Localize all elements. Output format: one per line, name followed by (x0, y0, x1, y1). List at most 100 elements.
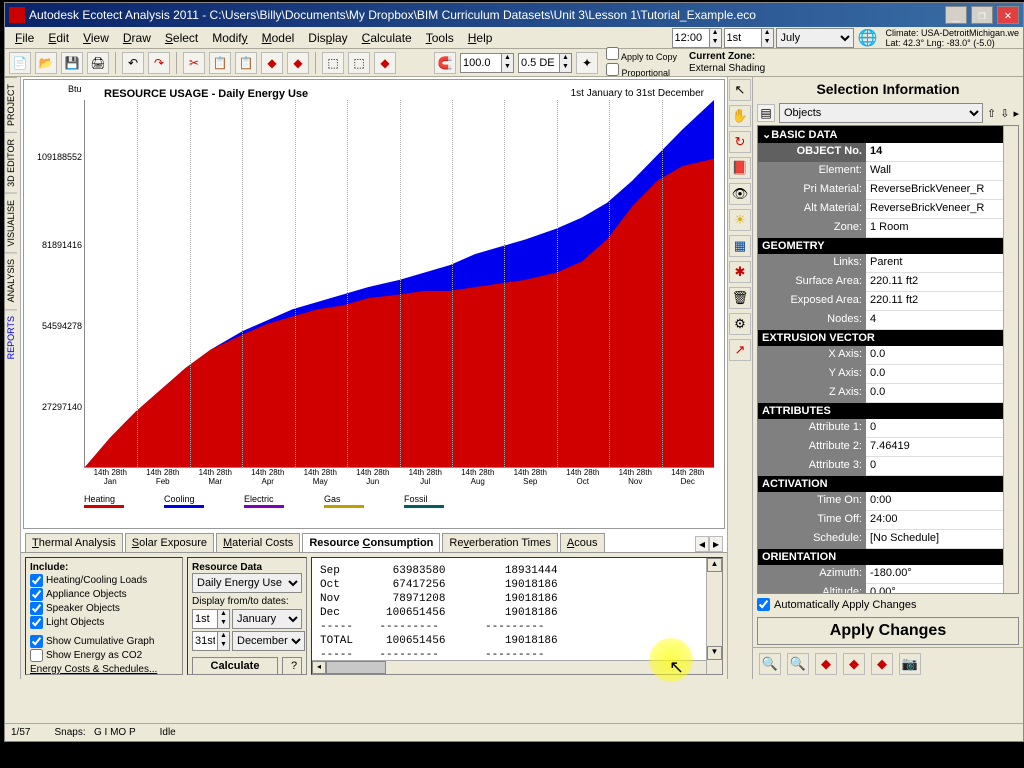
tab-material[interactable]: Material Costs (216, 533, 300, 552)
menu-display[interactable]: Display (302, 29, 353, 47)
from-day-spinner[interactable]: ▲▼ (192, 609, 230, 629)
export-icon[interactable]: ↗ (729, 339, 751, 361)
axis-icon[interactable]: ✦ (576, 52, 598, 74)
zoom-sel-icon[interactable]: 🔍 (787, 653, 809, 675)
from-month-combo[interactable]: January (232, 609, 302, 629)
menu-calculate[interactable]: Calculate (356, 29, 418, 47)
altitude-value[interactable]: 0.00° (866, 584, 1018, 594)
minimize-button[interactable]: _ (945, 6, 967, 24)
section-activation[interactable]: ACTIVATION (758, 476, 1018, 492)
tab-prev-icon[interactable]: ◂ (695, 536, 709, 552)
paste-icon[interactable]: 📋 (235, 52, 257, 74)
close-button[interactable]: ✕ (997, 6, 1019, 24)
menu-model[interactable]: Model (256, 29, 301, 47)
zone-value[interactable]: 1 Room (866, 219, 1018, 238)
surface-area-value[interactable]: 220.11 ft2 (866, 273, 1018, 292)
trash-icon[interactable]: 🗑 (729, 287, 751, 309)
more-icon[interactable]: ▸ (1013, 107, 1019, 120)
prop-scrollbar[interactable] (1003, 126, 1018, 593)
tab-next-icon[interactable]: ▸ (709, 536, 723, 552)
day-spinner[interactable]: ▲▼ (724, 28, 774, 48)
print-icon[interactable]: 🖨 (87, 52, 109, 74)
energy-costs-link[interactable]: Energy Costs & Schedules... (30, 664, 178, 675)
view-icon-1[interactable]: ◆ (815, 653, 837, 675)
nodes-value[interactable]: 4 (866, 311, 1018, 330)
selection-combo[interactable]: Objects (779, 103, 983, 123)
y-axis-value[interactable]: 0.0 (866, 365, 1018, 384)
apply-changes-button[interactable]: Apply Changes (757, 617, 1019, 645)
book-icon[interactable]: 📕 (729, 157, 751, 179)
undo-icon[interactable]: ↶ (122, 52, 144, 74)
tool-icon-5[interactable]: ◆ (374, 52, 396, 74)
table-hscroll[interactable]: ◂ (312, 660, 706, 674)
alt-material-value[interactable]: ReverseBrickVeneer_R (866, 200, 1018, 219)
apply-copy-check[interactable] (606, 47, 619, 60)
value2-spinner[interactable]: ▲▼ (518, 53, 572, 73)
gear-icon[interactable]: ⚙ (729, 313, 751, 335)
menu-help[interactable]: Help (462, 29, 499, 47)
time-off-value[interactable]: 24:00 (866, 511, 1018, 530)
proportional-check[interactable] (606, 63, 619, 76)
redo-icon[interactable]: ↷ (148, 52, 170, 74)
to-month-combo[interactable]: December (232, 631, 305, 651)
x-axis-value[interactable]: 0.0 (866, 346, 1018, 365)
copy-icon[interactable]: 📋 (209, 52, 231, 74)
tab-solar[interactable]: Solar Exposure (125, 533, 214, 552)
time-input[interactable] (673, 32, 709, 44)
chk-co2[interactable] (30, 649, 43, 662)
arrow-icon[interactable]: ↖ (729, 79, 751, 101)
tab-thermal[interactable]: Thermal Analysis (25, 533, 123, 552)
section-orientation[interactable]: ORIENTATION (758, 549, 1018, 565)
object-no-value[interactable]: 14 (866, 143, 1018, 162)
new-icon[interactable]: 📄 (9, 52, 31, 74)
pri-material-value[interactable]: ReverseBrickVeneer_R (866, 181, 1018, 200)
maximize-button[interactable]: ❐ (971, 6, 993, 24)
resource-combo[interactable]: Daily Energy Use (192, 573, 302, 593)
azimuth-value[interactable]: -180.00° (866, 565, 1018, 584)
chk-heating-cooling[interactable] (30, 574, 43, 587)
cut-icon[interactable]: ✂ (183, 52, 205, 74)
tool-icon-3[interactable]: ⬚ (322, 52, 344, 74)
chk-speaker[interactable] (30, 602, 43, 615)
calculate-button[interactable]: Calculate (192, 657, 278, 675)
results-table[interactable]: Sep 63983580 18931444 Oct 67417256 19018… (311, 557, 723, 675)
element-value[interactable]: Wall (866, 162, 1018, 181)
up-icon[interactable]: ⇧ (987, 107, 996, 120)
tool-icon-4[interactable]: ⬚ (348, 52, 370, 74)
chk-light[interactable] (30, 616, 43, 629)
section-extrusion[interactable]: EXTRUSION VECTOR (758, 330, 1018, 346)
exposed-area-value[interactable]: 220.11 ft2 (866, 292, 1018, 311)
menu-draw[interactable]: Draw (117, 29, 157, 47)
auto-apply-check[interactable] (757, 598, 770, 611)
help-button[interactable]: ? (282, 657, 302, 675)
time-on-value[interactable]: 0:00 (866, 492, 1018, 511)
open-icon[interactable]: 📂 (35, 52, 57, 74)
panel-icon[interactable]: ▦ (729, 235, 751, 257)
value1-input[interactable] (461, 57, 501, 69)
sel-icon[interactable]: ▤ (757, 104, 775, 122)
tab-resource[interactable]: Resource Consumption (302, 533, 440, 552)
value2-input[interactable] (519, 57, 559, 69)
rotate-icon[interactable]: ↻ (729, 131, 751, 153)
camera-icon[interactable]: 📷 (899, 653, 921, 675)
links-value[interactable]: Parent (866, 254, 1018, 273)
tab-reverb[interactable]: Reverberation Times (442, 533, 558, 552)
month-combo[interactable]: July (776, 28, 854, 48)
z-axis-value[interactable]: 0.0 (866, 384, 1018, 403)
save-icon[interactable]: 💾 (61, 52, 83, 74)
zoom-all-icon[interactable]: 🔍 (759, 653, 781, 675)
section-basic[interactable]: ⌄ BASIC DATA (758, 126, 1018, 143)
tool-icon-1[interactable]: ◆ (261, 52, 283, 74)
eye-icon[interactable]: 👁 (729, 183, 751, 205)
attr1-value[interactable]: 0 (866, 419, 1018, 438)
vtab-project[interactable]: PROJECT (5, 77, 17, 132)
value1-spinner[interactable]: ▲▼ (460, 53, 514, 73)
vtab-3d[interactable]: 3D EDITOR (5, 132, 17, 193)
menu-tools[interactable]: Tools (420, 29, 460, 47)
section-geometry[interactable]: GEOMETRY (758, 238, 1018, 254)
to-day-spinner[interactable]: ▲▼ (192, 631, 230, 651)
menu-edit[interactable]: Edit (42, 29, 75, 47)
vtab-visualise[interactable]: VISUALISE (5, 193, 17, 253)
tab-acoustic[interactable]: Acous (560, 533, 605, 552)
section-attributes[interactable]: ATTRIBUTES (758, 403, 1018, 419)
